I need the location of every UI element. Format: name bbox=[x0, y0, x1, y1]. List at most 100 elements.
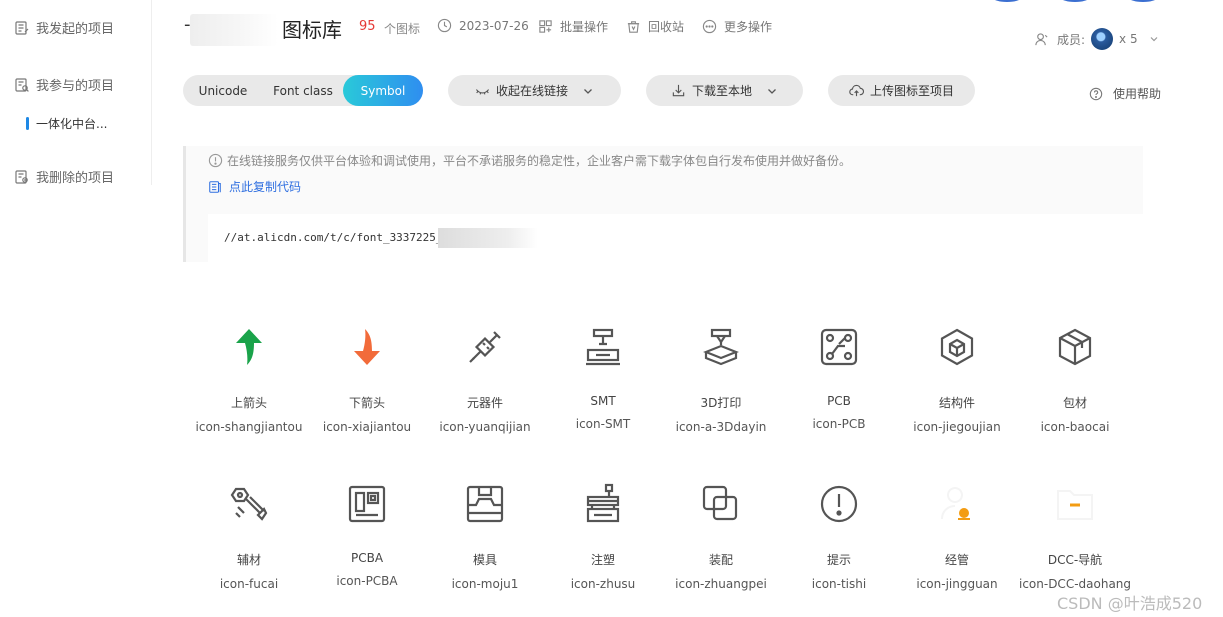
icon-card[interactable]: 辅材 icon-fucai bbox=[190, 477, 308, 607]
code-box[interactable]: //at.alicdn.com/t/c/font_3337225_ bbox=[208, 214, 1143, 262]
icon-card[interactable]: 3D打印 icon-a-3Ddayin bbox=[662, 320, 780, 450]
page-title: 图标库 bbox=[282, 18, 342, 42]
chevron-down-icon[interactable] bbox=[1148, 33, 1160, 45]
icon-name: 模具 bbox=[472, 553, 497, 567]
icon-name: 结构件 bbox=[938, 396, 975, 410]
sidebar-item-initiated[interactable]: 我发起的项目 bbox=[14, 18, 114, 37]
sidebar-item-project[interactable]: 一体化中台... bbox=[26, 115, 107, 132]
question-icon bbox=[1089, 87, 1103, 100]
icon-card[interactable]: 提示 icon-tishi bbox=[780, 477, 898, 607]
tab-font-class[interactable]: Font class bbox=[263, 75, 343, 106]
icon-name: PCBA bbox=[350, 551, 384, 565]
code-url: //at.alicdn.com/t/c/font_3337225_ bbox=[224, 231, 443, 244]
icon-card[interactable]: SMT icon-SMT bbox=[544, 320, 662, 450]
icon-name: 包材 bbox=[1062, 396, 1087, 410]
date-text: 2023-07-26 bbox=[459, 18, 529, 33]
pcba-icon bbox=[348, 485, 386, 523]
redacted-code-block bbox=[438, 228, 538, 248]
sidebar-item-participated[interactable]: 我参与的项目 bbox=[14, 75, 114, 94]
sidebar-item-label: 我参与的项目 bbox=[36, 79, 115, 94]
pcb-icon bbox=[820, 328, 858, 366]
info-icon bbox=[208, 153, 223, 168]
chevron-down-icon bbox=[584, 88, 592, 94]
download-label: 下载至本地 bbox=[691, 84, 752, 98]
icon-card[interactable]: 元器件 icon-yuanqijian bbox=[426, 320, 544, 450]
injection-icon bbox=[586, 483, 620, 523]
smt-icon bbox=[586, 328, 620, 366]
sidebar-item-label: 我删除的项目 bbox=[36, 171, 115, 186]
copy-label: 点此复制代码 bbox=[229, 180, 302, 194]
online-link-panel: 在线链接服务仅供平台体验和调试使用，平台不承诺服务的稳定性，企业客户需下载字体包… bbox=[183, 146, 1143, 262]
icon-card[interactable]: DCC-导航 icon-DCC-daohang bbox=[1016, 477, 1134, 607]
icon-name: 元器件 bbox=[466, 396, 503, 410]
alert-icon bbox=[820, 485, 858, 523]
code-type-tabs: Unicode Font class Symbol bbox=[183, 75, 423, 106]
tab-symbol[interactable]: Symbol bbox=[343, 75, 423, 106]
redacted-title-block bbox=[190, 14, 278, 46]
icon-name: DCC-导航 bbox=[1047, 553, 1103, 567]
icon-name: 提示 bbox=[826, 553, 851, 567]
members-count: x 5 bbox=[1119, 32, 1138, 46]
batch-label: 批量操作 bbox=[560, 20, 609, 34]
sidebar: 我发起的项目 我参与的项目 一体化中台... 我删除的项目 bbox=[0, 0, 152, 186]
avatar[interactable] bbox=[1091, 28, 1114, 50]
icon-name: 上箭头 bbox=[230, 396, 267, 410]
sidebar-item-label: 一体化中台... bbox=[36, 117, 108, 131]
icon-name: 下箭头 bbox=[348, 396, 385, 410]
component-icon bbox=[469, 331, 501, 363]
icon-card[interactable]: PCBA icon-PCBA bbox=[308, 477, 426, 607]
icon-count: 95 bbox=[359, 19, 376, 34]
collapse-link-button[interactable]: 收起在线链接 bbox=[448, 75, 621, 106]
icon-code: icon-zhusu bbox=[570, 577, 636, 591]
download-icon bbox=[672, 84, 685, 97]
download-button[interactable]: 下载至本地 bbox=[646, 75, 803, 106]
doc-search-icon bbox=[15, 77, 29, 92]
chevron-down-icon bbox=[768, 88, 776, 94]
collapse-link-label: 收起在线链接 bbox=[495, 84, 568, 98]
edit-doc-icon bbox=[15, 20, 29, 35]
package-icon bbox=[1058, 328, 1092, 366]
icon-card[interactable]: PCB icon-PCB bbox=[780, 320, 898, 450]
mold-icon bbox=[466, 485, 504, 523]
sidebar-item-deleted[interactable]: 我删除的项目 bbox=[14, 167, 114, 186]
more-actions-button[interactable]: 更多操作 bbox=[702, 18, 772, 35]
icon-code: icon-jingguan bbox=[916, 577, 998, 591]
more-icon bbox=[702, 19, 717, 34]
batch-operation-button[interactable]: 批量操作 bbox=[538, 18, 608, 35]
recycle-bin-button[interactable]: 回收站 bbox=[626, 18, 684, 35]
grid-icon bbox=[539, 20, 552, 33]
bolt-icon bbox=[230, 487, 268, 521]
icon-card[interactable]: 包材 icon-baocai bbox=[1016, 320, 1134, 450]
icon-name: 辅材 bbox=[236, 553, 261, 567]
icon-code: icon-jiegoujian bbox=[913, 420, 1001, 434]
upload-label: 上传图标至项目 bbox=[869, 84, 954, 98]
icon-code: icon-shangjiantou bbox=[195, 420, 303, 434]
icon-card[interactable]: 下箭头 icon-xiajiantou bbox=[308, 320, 426, 450]
icon-code: icon-tishi bbox=[811, 577, 867, 591]
icon-card[interactable]: 经管 icon-jingguan bbox=[898, 477, 1016, 607]
icon-name: SMT bbox=[590, 394, 616, 408]
top-edge-decoration bbox=[1128, 0, 1158, 2]
help-link[interactable]: 使用帮助 bbox=[1089, 85, 1161, 102]
clock-icon bbox=[437, 18, 452, 33]
icon-code: icon-SMT bbox=[575, 417, 631, 431]
icon-card[interactable]: 上箭头 icon-shangjiantou bbox=[190, 320, 308, 450]
recycle-label: 回收站 bbox=[648, 20, 685, 34]
tab-unicode[interactable]: Unicode bbox=[183, 75, 263, 106]
icon-card[interactable]: 注塑 icon-zhusu bbox=[544, 477, 662, 607]
icon-code: icon-zhuangpei bbox=[675, 577, 767, 591]
icon-card[interactable]: 结构件 icon-jiegoujian bbox=[898, 320, 1016, 450]
3d-print-icon bbox=[703, 328, 739, 366]
icon-card[interactable]: 模具 icon-moju1 bbox=[426, 477, 544, 607]
upload-button[interactable]: 上传图标至项目 bbox=[828, 75, 975, 106]
active-indicator bbox=[26, 117, 29, 130]
more-label: 更多操作 bbox=[724, 20, 773, 34]
members-widget[interactable]: 成员: x 5 bbox=[1034, 28, 1160, 50]
doc-delete-icon bbox=[15, 169, 28, 184]
icon-card[interactable]: 装配 icon-zhuangpei bbox=[662, 477, 780, 607]
top-edge-decoration bbox=[992, 0, 1022, 2]
icon-code: icon-fucai bbox=[219, 577, 279, 591]
top-edge-decoration bbox=[1060, 0, 1090, 2]
copy-code-link[interactable]: 点此复制代码 bbox=[208, 178, 301, 195]
notice-label: 在线链接服务仅供平台体验和调试使用，平台不承诺服务的稳定性，企业客户需下载字体包… bbox=[227, 154, 852, 168]
